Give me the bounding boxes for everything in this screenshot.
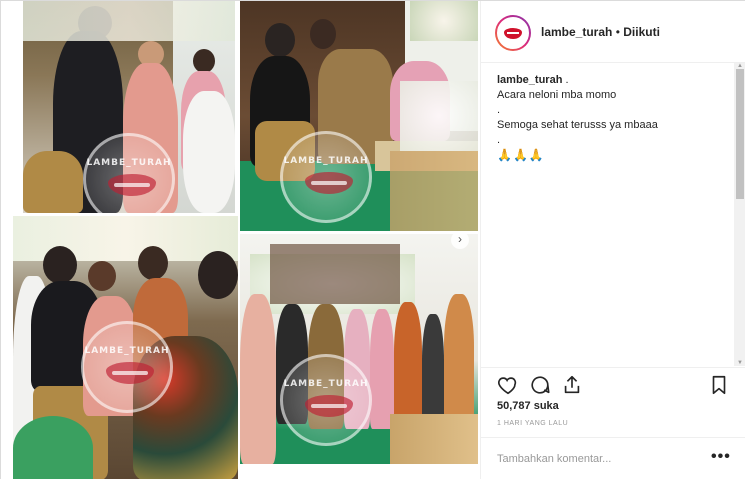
photo-tile-1: LAMBE_TURAH [23, 1, 235, 213]
header-username-row: lambe_turah • Diikuti [541, 25, 660, 39]
photo-tile-4: LAMBE_TURAH [240, 234, 478, 464]
follow-status-button[interactable]: Diikuti [623, 25, 660, 39]
share-icon[interactable] [561, 374, 583, 396]
caption-line-1: Acara neloni mba momo [497, 89, 617, 101]
add-comment-bar: ••• [481, 437, 745, 479]
post-header: lambe_turah • Diikuti [481, 1, 745, 63]
avatar[interactable] [495, 15, 531, 51]
caption: lambe_turah . Acara neloni mba momo . Se… [481, 63, 745, 163]
caption-line-0: . [565, 74, 569, 86]
caption-line-3: Semoga sehat terusss ya mbaaa [497, 119, 658, 131]
heart-icon[interactable] [497, 374, 519, 396]
post-card: LAMBE_TURAH LAMBE_TURAH LAMBE_TURAH LAMB… [0, 0, 745, 479]
caption-line-2: . [497, 104, 501, 116]
bookmark-icon[interactable] [708, 374, 730, 396]
comment-input[interactable] [497, 450, 707, 468]
photo-tile-2: LAMBE_TURAH [240, 1, 478, 231]
post-sidebar: lambe_turah • Diikuti lambe_turah . Acar… [480, 1, 745, 479]
caption-username[interactable]: lambe_turah [497, 74, 562, 86]
watermark-logo: LAMBE_TURAH [280, 131, 372, 223]
comments-area: lambe_turah . Acara neloni mba momo . Se… [481, 63, 745, 363]
more-options-icon[interactable]: ••• [711, 448, 731, 466]
comments-scrollbar[interactable]: ▲ ▼ [734, 63, 745, 366]
lips-logo-icon [497, 17, 529, 49]
comment-icon[interactable] [529, 374, 551, 396]
scroll-down-arrow-icon[interactable]: ▼ [736, 360, 744, 366]
watermark-logo: LAMBE_TURAH [81, 321, 173, 413]
next-arrow-icon[interactable]: › [451, 231, 469, 249]
post-image[interactable]: LAMBE_TURAH LAMBE_TURAH LAMBE_TURAH LAMB… [1, 1, 480, 479]
caption-emoji: 🙏🙏🙏 [497, 148, 545, 162]
username-link[interactable]: lambe_turah [541, 25, 612, 39]
watermark-logo: LAMBE_TURAH [280, 354, 372, 446]
post-timestamp: 1 HARI YANG LALU [497, 420, 569, 427]
like-count[interactable]: 50,787 suka [497, 400, 559, 412]
header-separator: • [615, 25, 620, 39]
caption-line-4: . [497, 134, 501, 146]
action-bar [481, 367, 745, 397]
scroll-thumb[interactable] [736, 69, 744, 199]
photo-tile-3: LAMBE_TURAH [13, 216, 238, 479]
